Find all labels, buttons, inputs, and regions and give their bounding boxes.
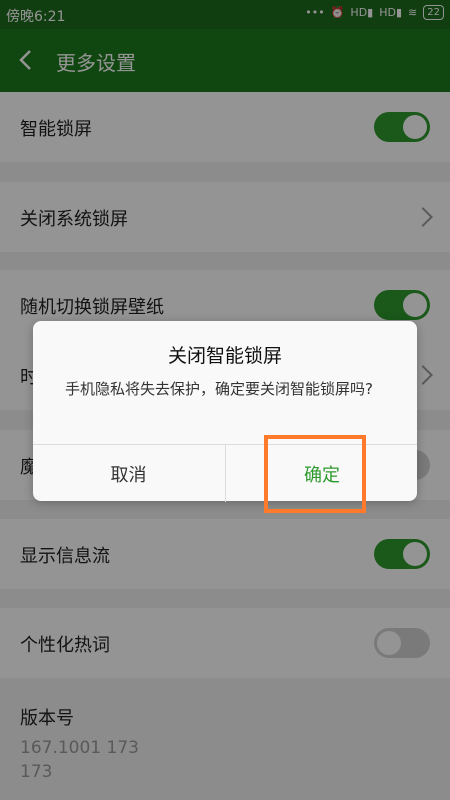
confirm-button[interactable]: 确定 [225, 445, 418, 502]
dialog-buttons: 取消 确定 [33, 444, 417, 502]
dialog-title: 关闭智能锁屏 [167, 345, 282, 367]
cancel-button[interactable]: 取消 [33, 445, 224, 502]
confirm-dialog: 关闭智能锁屏 手机隐私将失去保护，确定要关闭智能锁屏吗? 取消 确定 [33, 321, 417, 502]
dialog-message: 手机隐私将失去保护，确定要关闭智能锁屏吗? [65, 380, 373, 398]
